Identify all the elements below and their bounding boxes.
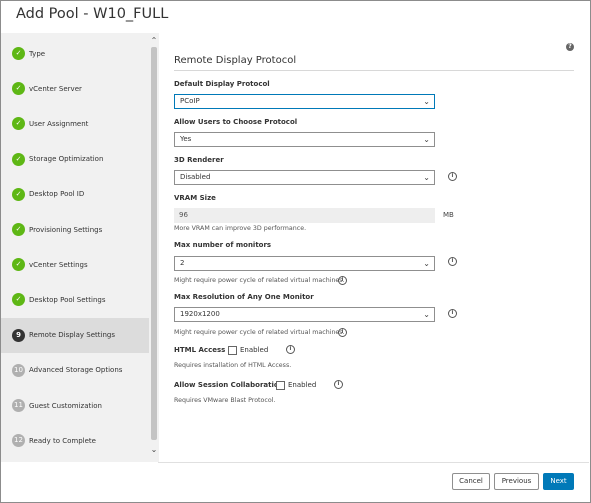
wizard-step-label: Provisioning Settings xyxy=(29,225,103,234)
monitors-hint: Might require power cycle of related vir… xyxy=(174,277,345,284)
sidebar-scroll-thumb[interactable] xyxy=(151,47,157,440)
check-icon: ✓ xyxy=(12,223,25,236)
html-access-hint: Requires installation of HTML Access. xyxy=(174,362,292,369)
step-number: 11 xyxy=(12,399,25,412)
allow-choose-value: Yes xyxy=(180,135,192,143)
wizard-step-label: Advanced Storage Options xyxy=(29,366,123,375)
step-number: 10 xyxy=(12,363,25,377)
collaboration-info-icon[interactable]: i xyxy=(334,380,343,389)
wizard-step-label: Ready to Complete xyxy=(29,436,96,445)
renderer-value: Disabled xyxy=(180,173,211,181)
help-icon[interactable]: ? xyxy=(566,43,574,51)
resolution-value: 1920x1200 xyxy=(180,310,220,318)
collaboration-checkbox[interactable] xyxy=(276,381,285,390)
scroll-down-icon[interactable]: ⌄ xyxy=(149,445,159,455)
wizard-step[interactable]: 9 Remote Display Settings xyxy=(1,317,149,353)
wizard-step[interactable]: ✓ User Assignment xyxy=(1,106,149,141)
step-number: 9 xyxy=(12,328,25,342)
allow-choose-label: Allow Users to Choose Protocol xyxy=(174,118,298,126)
wizard-step[interactable]: ✓ Desktop Pool Settings xyxy=(1,282,149,317)
wizard-step-label: vCenter Settings xyxy=(29,260,88,269)
wizard-step-label: Desktop Pool ID xyxy=(29,190,85,199)
monitors-hint-info-icon[interactable]: i xyxy=(338,276,347,285)
step-number: 12 xyxy=(12,434,25,448)
resolution-select[interactable]: 1920x1200 ⌄ xyxy=(174,307,435,322)
check-icon: ✓ xyxy=(12,82,25,96)
dialog-title: Add Pool - W10_FULL xyxy=(16,6,169,22)
wizard-step-label: Remote Display Settings xyxy=(29,331,115,340)
cancel-button[interactable]: Cancel xyxy=(452,473,490,490)
wizard-step[interactable]: ✓ vCenter Settings xyxy=(1,247,149,282)
wizard-step-label: User Assignment xyxy=(29,119,89,128)
check-icon: ✓ xyxy=(12,117,25,131)
chevron-down-icon: ⌄ xyxy=(423,173,430,182)
html-access-info-icon[interactable]: i xyxy=(286,345,295,354)
check-icon: ✓ xyxy=(12,293,25,307)
chevron-down-icon: ⌄ xyxy=(423,259,430,268)
default-protocol-label: Default Display Protocol xyxy=(174,80,270,88)
wizard-step-label: vCenter Server xyxy=(29,84,82,93)
collaboration-label: Allow Session Collaboration xyxy=(174,381,284,389)
chevron-down-icon: ⌄ xyxy=(423,97,430,106)
chevron-down-icon: ⌄ xyxy=(423,310,430,319)
check-icon: ✓ xyxy=(12,152,25,166)
wizard-step[interactable]: ✓ vCenter Server xyxy=(1,71,149,106)
monitors-label: Max number of monitors xyxy=(174,241,272,249)
vram-input: 96 xyxy=(174,208,435,223)
allow-choose-select[interactable]: Yes ⌄ xyxy=(174,132,435,147)
check-icon: ✓ xyxy=(12,47,25,60)
wizard-step[interactable]: ✓ Provisioning Settings xyxy=(1,212,149,247)
wizard-step-label: Type xyxy=(29,49,46,58)
chevron-down-icon: ⌄ xyxy=(423,135,430,144)
collaboration-checkbox-label[interactable]: Enabled xyxy=(288,381,316,389)
wizard-step-label: Storage Optimization xyxy=(29,155,104,164)
renderer-info-icon[interactable]: i xyxy=(448,172,457,181)
wizard-step[interactable]: 10 Advanced Storage Options xyxy=(1,353,149,388)
collaboration-hint: Requires VMware Blast Protocol. xyxy=(174,397,276,404)
resolution-hint: Might require power cycle of related vir… xyxy=(174,329,345,336)
monitors-info-icon[interactable]: i xyxy=(448,257,457,266)
wizard-step[interactable]: 11 Guest Customization xyxy=(1,388,149,423)
wizard-step[interactable]: 12 Ready to Complete xyxy=(1,423,149,458)
previous-button[interactable]: Previous xyxy=(494,473,539,490)
resolution-label: Max Resolution of Any One Monitor xyxy=(174,293,314,301)
default-protocol-select[interactable]: PCoIP ⌄ xyxy=(174,94,435,109)
wizard-step[interactable]: ✓ Type xyxy=(1,36,149,71)
renderer-label: 3D Renderer xyxy=(174,156,224,164)
vram-unit: MB xyxy=(443,211,454,219)
html-access-label: HTML Access xyxy=(174,346,226,354)
check-icon: ✓ xyxy=(12,258,25,272)
html-access-checkbox[interactable] xyxy=(228,346,237,355)
next-button[interactable]: Next xyxy=(543,473,574,490)
default-protocol-value: PCoIP xyxy=(180,97,200,105)
monitors-select[interactable]: 2 ⌄ xyxy=(174,256,435,271)
resolution-info-icon[interactable]: i xyxy=(448,309,457,318)
wizard-step-label: Guest Customization xyxy=(29,401,102,410)
section-title: Remote Display Protocol xyxy=(174,55,297,66)
wizard-step-label: Desktop Pool Settings xyxy=(29,295,106,304)
vram-label: VRAM Size xyxy=(174,194,216,202)
monitors-value: 2 xyxy=(180,259,185,267)
resolution-hint-info-icon[interactable]: i xyxy=(338,328,347,337)
check-icon: ✓ xyxy=(12,187,25,201)
wizard-step[interactable]: ✓ Storage Optimization xyxy=(1,142,149,177)
section-divider xyxy=(174,70,574,71)
wizard-step[interactable]: ✓ Desktop Pool ID xyxy=(1,177,149,212)
renderer-select[interactable]: Disabled ⌄ xyxy=(174,170,435,185)
html-access-checkbox-label[interactable]: Enabled xyxy=(240,346,268,354)
footer-divider xyxy=(158,462,589,463)
scroll-up-icon[interactable]: ⌃ xyxy=(149,36,159,46)
vram-hint: More VRAM can improve 3D performance. xyxy=(174,225,307,232)
